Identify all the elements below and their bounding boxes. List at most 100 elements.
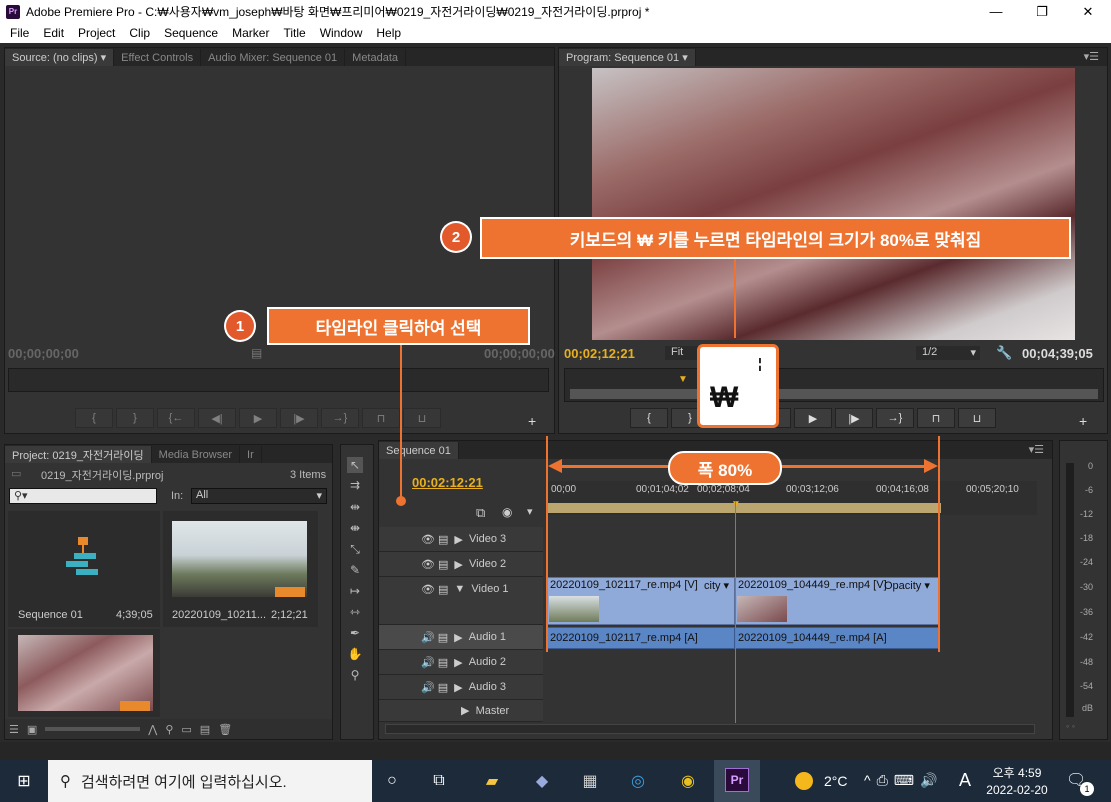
menu-marker[interactable]: Marker xyxy=(225,26,276,40)
clip-video-1a[interactable]: 20220109_102117_re.mp4 [V] city ▾ xyxy=(547,577,735,625)
clip-audio-1a[interactable]: 20220109_102117_re.mp4 [A] xyxy=(547,627,735,649)
menu-project[interactable]: Project xyxy=(71,26,122,40)
meter-solo-buttons[interactable]: ◦ ◦ xyxy=(1066,721,1075,731)
find-icon[interactable]: ⚲ xyxy=(165,723,173,736)
rolling-edit-tool-icon[interactable]: ⇼ xyxy=(347,520,363,536)
tab-program[interactable]: Program: Sequence 01 ▾ xyxy=(559,49,696,66)
source-scrubber[interactable] xyxy=(8,368,549,392)
project-search-input[interactable]: ⚲▾ xyxy=(9,488,157,504)
prog-go-to-out-button[interactable]: →} xyxy=(876,408,914,428)
hand-tool-icon[interactable]: ✋ xyxy=(347,646,363,662)
close-button[interactable]: ✕ xyxy=(1065,0,1111,23)
clip-audio-1b[interactable]: 20220109_104449_re.mp4 [A] xyxy=(735,627,939,649)
automate-icon[interactable]: ⋀ xyxy=(148,723,157,736)
slip-tool-icon[interactable]: ↦ xyxy=(347,583,363,599)
calculator-icon[interactable]: ▦ xyxy=(576,767,604,795)
playhead-line[interactable] xyxy=(735,501,736,723)
mark-out-button[interactable]: } xyxy=(116,408,154,428)
cortana-icon[interactable]: ○ xyxy=(378,767,406,795)
prog-step-forward-button[interactable]: |▶ xyxy=(835,408,873,428)
add-marker-icon[interactable]: ▾ xyxy=(527,505,533,518)
taskbar-search-box[interactable]: ⚲ 검색하려면 여기에 입력하십시오. xyxy=(48,760,372,802)
tab-project[interactable]: Project: 0219_자전거라이딩 xyxy=(5,446,152,463)
icon-view-icon[interactable]: ▣ xyxy=(27,723,37,736)
add-button-icon[interactable]: + xyxy=(528,413,536,429)
selection-tool-icon[interactable]: ↖ xyxy=(347,457,363,473)
work-area-bar[interactable] xyxy=(547,503,941,513)
track-audio-2[interactable]: 🔊 ▤ ▶ Audio 2 xyxy=(379,650,543,675)
program-timecode[interactable]: 00;02;12;21 xyxy=(564,346,635,361)
track-audio-1[interactable]: 🔊 ▤ ▶ Audio 1 xyxy=(379,625,543,650)
go-to-out-button[interactable]: →} xyxy=(321,408,359,428)
clip-opacity-label[interactable]: Opacity ▾ xyxy=(884,579,930,592)
tab-sequence[interactable]: Sequence 01 xyxy=(379,442,459,459)
project-item-clip-2[interactable] xyxy=(8,629,160,717)
menu-edit[interactable]: Edit xyxy=(36,26,71,40)
menu-sequence[interactable]: Sequence xyxy=(157,26,225,40)
step-forward-button[interactable]: |▶ xyxy=(280,408,318,428)
lift-button[interactable]: ⊓ xyxy=(917,408,955,428)
snap-icon[interactable]: ⧉ xyxy=(476,505,485,521)
minimize-button[interactable]: — xyxy=(973,0,1019,23)
track-video-3[interactable]: 👁 ▤ ▶ Video 3 xyxy=(379,527,543,552)
time-ruler[interactable]: 00;00 00;01;04;02 00;02;08;04 00;03;12;0… xyxy=(547,481,1037,515)
timeline-menu-icon[interactable]: ▾☰ xyxy=(1029,443,1044,456)
overwrite-button[interactable]: ⊔ xyxy=(403,408,441,428)
ime-indicator[interactable]: A xyxy=(959,770,971,791)
mark-in-button[interactable]: { xyxy=(75,408,113,428)
clock-date[interactable]: 2022-02-20 xyxy=(983,783,1051,797)
pen-tool-icon[interactable]: ✒ xyxy=(347,625,363,641)
step-back-button[interactable]: ◀| xyxy=(198,408,236,428)
project-item-sequence[interactable]: Sequence 01 4;39;05 xyxy=(8,511,160,627)
maximize-button[interactable]: ❐ xyxy=(1019,0,1065,23)
prog-mark-in-button[interactable]: { xyxy=(630,408,668,428)
slide-tool-icon[interactable]: ⇿ xyxy=(347,604,363,620)
project-item-clip-1[interactable]: 20220109_10211... 2;12;21 xyxy=(163,511,318,627)
playhead-marker-icon[interactable]: ▼ xyxy=(678,374,688,385)
tab-source[interactable]: Source: (no clips) ▾ xyxy=(5,49,115,66)
play-button[interactable]: ▶ xyxy=(239,408,277,428)
system-tray-icons[interactable]: ^⎙⌨🔊 xyxy=(864,772,943,789)
menu-help[interactable]: Help xyxy=(369,26,408,40)
zoom-tool-icon[interactable]: ⚲ xyxy=(347,667,363,683)
delete-icon[interactable]: 🗑 xyxy=(218,723,232,736)
razor-tool-icon[interactable]: ✎ xyxy=(347,562,363,578)
zoom-scroll-bar[interactable] xyxy=(570,389,1098,399)
tab-audio-mixer[interactable]: Audio Mixer: Sequence 01 xyxy=(201,49,346,66)
resolution-dropdown[interactable]: 1/2 ▾ xyxy=(916,346,980,360)
weather-sun-icon[interactable] xyxy=(795,772,813,790)
insert-button[interactable]: ⊓ xyxy=(362,408,400,428)
timeline-panel[interactable]: Sequence 01 ▾☰ 00:02:12:21 ⧉ ◉ ▾ 00;00 0… xyxy=(378,440,1053,740)
windows-start-icon[interactable]: ⊞ xyxy=(10,767,38,795)
track-master[interactable]: ▶ Master xyxy=(379,700,543,722)
tab-metadata[interactable]: Metadata xyxy=(345,49,407,66)
file-explorer-icon[interactable]: ▰ xyxy=(478,767,506,795)
menu-title[interactable]: Title xyxy=(276,26,312,40)
list-view-icon[interactable]: ☰ xyxy=(9,723,19,736)
weather-temp[interactable]: 2°C xyxy=(824,773,848,789)
track-video-1[interactable]: 👁 ▤ ▼ Video 1 xyxy=(379,577,543,625)
new-item-icon[interactable]: ▤ xyxy=(200,723,210,736)
premiere-taskbar-button[interactable]: Pr xyxy=(714,760,760,802)
marker-icon[interactable]: ◉ xyxy=(502,505,512,519)
wrench-icon[interactable]: 🔧 xyxy=(996,345,1012,361)
track-select-tool-icon[interactable]: ⇉ xyxy=(347,477,363,493)
notes-app-icon[interactable]: ◆ xyxy=(528,767,556,795)
rate-stretch-tool-icon[interactable]: ⤡ xyxy=(347,541,363,557)
panel-menu-icon[interactable]: ▾☰ xyxy=(1084,50,1099,63)
new-bin-icon[interactable]: ▭ xyxy=(181,723,191,736)
extract-button[interactable]: ⊔ xyxy=(958,408,996,428)
tab-media-browser[interactable]: Media Browser xyxy=(152,446,241,463)
edge-browser-icon[interactable]: ◎ xyxy=(624,767,652,795)
tab-info[interactable]: Ir xyxy=(240,446,262,463)
ripple-edit-tool-icon[interactable]: ⇹ xyxy=(347,499,363,515)
clip-opacity-label[interactable]: city ▾ xyxy=(704,579,729,592)
tab-effect-controls[interactable]: Effect Controls xyxy=(114,49,202,66)
chrome-browser-icon[interactable]: ◉ xyxy=(674,767,702,795)
menu-window[interactable]: Window xyxy=(313,26,370,40)
timeline-timecode[interactable]: 00:02:12:21 xyxy=(412,475,483,490)
menu-clip[interactable]: Clip xyxy=(122,26,157,40)
zoom-slider[interactable] xyxy=(45,727,141,731)
in-dropdown[interactable]: All ▾ xyxy=(191,488,327,504)
prog-add-button-icon[interactable]: + xyxy=(1079,413,1087,429)
